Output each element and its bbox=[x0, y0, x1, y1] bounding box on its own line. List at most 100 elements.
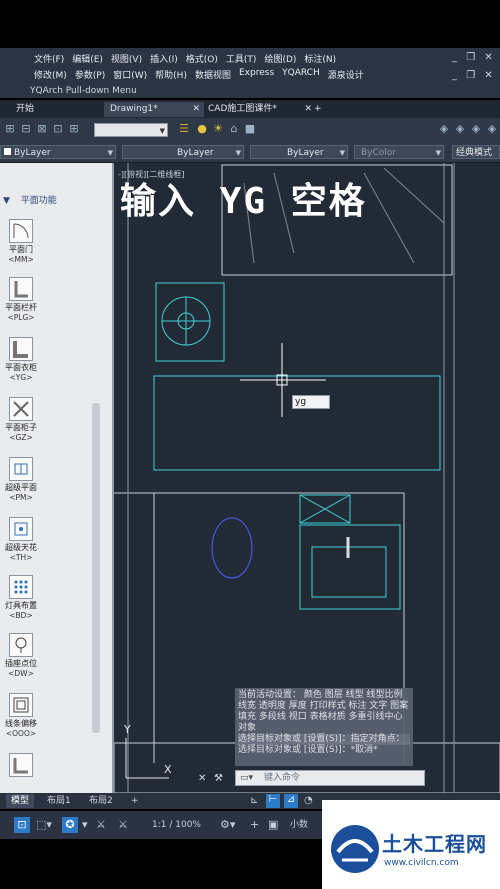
selection-cycling-icon[interactable]: ⬚▾ bbox=[36, 817, 52, 833]
gear-icon[interactable]: ⚙▾ bbox=[220, 817, 235, 833]
wrench-icon[interactable]: ⚒ bbox=[214, 773, 223, 784]
palette-item-super-ceiling[interactable]: 超级天花 <TH> bbox=[0, 517, 42, 563]
menu-edit[interactable]: 编辑(E) bbox=[72, 52, 103, 68]
tab-drawing1[interactable]: Drawing1* ✕ bbox=[104, 102, 204, 117]
menu-view[interactable]: 视图(V) bbox=[111, 52, 142, 68]
plus-icon[interactable]: + bbox=[250, 817, 259, 833]
linetype-dropdown[interactable]: ByLayer ▼ bbox=[122, 145, 244, 159]
palette-item-label: 平面柜子 bbox=[5, 423, 37, 432]
menu-dimension[interactable]: 标注(N) bbox=[304, 52, 336, 68]
tab-layout1[interactable]: 布局1 bbox=[42, 794, 76, 808]
palette-item-code: <PLG> bbox=[7, 313, 35, 322]
menu-window[interactable]: 窗口(W) bbox=[113, 68, 147, 84]
layer-tool-icon[interactable]: ⊞ bbox=[68, 123, 80, 135]
close-icon[interactable]: ✕ bbox=[484, 52, 492, 63]
auto-scale-icon[interactable]: ⚔ bbox=[118, 817, 128, 833]
bulb-icon[interactable]: ● bbox=[196, 123, 208, 135]
palette-item-label: 平面门 bbox=[9, 245, 33, 254]
isodraft-icon[interactable]: ◔ bbox=[304, 795, 313, 806]
door-icon bbox=[9, 219, 33, 243]
lock-icon[interactable]: ⌂ bbox=[228, 123, 240, 135]
doc-close-icon[interactable]: ✕ bbox=[484, 70, 492, 81]
lineweight-dropdown[interactable]: ByLayer ▼ bbox=[250, 145, 348, 159]
command-line-3: 选择目标对象或 [设置(S)]：*取消* bbox=[238, 745, 378, 755]
layer-state-icon[interactable]: ◈ bbox=[486, 123, 498, 135]
layer-tool-icon[interactable]: ⊞ bbox=[4, 123, 16, 135]
menu-express[interactable]: Express bbox=[239, 68, 274, 84]
tab-cad-template[interactable]: CAD施工图课件* ✕ bbox=[202, 102, 316, 117]
close-icon[interactable]: ✕ bbox=[192, 102, 200, 117]
palette-item-door[interactable]: 平面门 <MM> bbox=[0, 219, 42, 265]
layer-properties-icon[interactable]: ☰ bbox=[178, 123, 190, 135]
workspace-dropdown[interactable]: 经典模式 bbox=[452, 145, 500, 159]
menu-yuanquan[interactable]: 源泉设计 bbox=[328, 68, 364, 84]
palette-item-code: <YG> bbox=[9, 373, 33, 382]
palette-item-wardrobe[interactable]: 平面衣柜 <YG> bbox=[0, 337, 42, 383]
dynamic-input-field[interactable]: yg bbox=[292, 395, 330, 409]
menu-file[interactable]: 文件(F) bbox=[34, 52, 64, 68]
palette-item-label: 插座点位 bbox=[5, 659, 37, 668]
annotation-scale[interactable]: 1:1 / 100% bbox=[152, 817, 201, 833]
ortho-icon[interactable]: ⊢ bbox=[266, 794, 280, 808]
menu-modify[interactable]: 修改(M) bbox=[34, 68, 67, 84]
chevron-down-icon: ▼ bbox=[435, 149, 441, 157]
menu-parameters[interactable]: 参数(P) bbox=[75, 68, 105, 84]
tab-start[interactable]: 开始 bbox=[10, 102, 40, 117]
palette-item-label: 超级平面 bbox=[5, 483, 37, 492]
tab-layout2[interactable]: 布局2 bbox=[84, 794, 118, 808]
palette-scrollbar[interactable] bbox=[92, 403, 100, 733]
layer-state-icon[interactable]: ◈ bbox=[438, 123, 450, 135]
linetype-value: ByLayer bbox=[177, 148, 214, 158]
plotstyle-dropdown[interactable]: ByColor ▼ bbox=[354, 145, 444, 159]
palette-item-label: 平面衣柜 bbox=[5, 363, 37, 372]
menu-help[interactable]: 帮助(H) bbox=[155, 68, 187, 84]
layer-state-icon[interactable]: ◈ bbox=[454, 123, 466, 135]
layer-state-icon[interactable]: ◈ bbox=[470, 123, 482, 135]
restore-icon[interactable]: ❐ bbox=[466, 52, 475, 63]
socket-icon bbox=[9, 633, 33, 657]
palette-item-line-offset[interactable]: 线条偏移 <OOO> bbox=[0, 693, 42, 739]
minimize-icon[interactable]: _ bbox=[452, 52, 457, 63]
palette-item-more[interactable] bbox=[0, 753, 42, 779]
menu-tools[interactable]: 工具(T) bbox=[226, 52, 257, 68]
menu-dataview[interactable]: 数据视图 bbox=[195, 68, 231, 84]
chevron-down-icon: ▼ bbox=[3, 196, 10, 206]
customize-icon[interactable]: ▣ bbox=[268, 817, 278, 833]
yqarch-menu-label[interactable]: YQArch Pull-down Menu bbox=[0, 84, 500, 98]
tab-model[interactable]: 模型 bbox=[6, 794, 35, 808]
new-tab-button[interactable]: + bbox=[308, 102, 328, 117]
palette-item-super-plan[interactable]: 超级平面 <PM> bbox=[0, 457, 42, 503]
civilcn-logo-icon bbox=[331, 825, 379, 873]
top-black-bar bbox=[0, 0, 500, 48]
style-dropdown[interactable]: ▼ bbox=[94, 123, 168, 137]
tab-add-layout[interactable]: + bbox=[126, 794, 144, 808]
palette-item-cabinet[interactable]: 平面柜子 <GZ> bbox=[0, 397, 42, 443]
command-input[interactable]: ▭▾ 键入命令 bbox=[235, 770, 425, 786]
layer-color-icon[interactable]: ■ bbox=[244, 123, 256, 135]
color-dropdown[interactable]: ByLayer ▼ bbox=[0, 145, 116, 159]
object-snap-icon[interactable]: ⊡ bbox=[14, 817, 30, 833]
command-close-icon[interactable]: ✕ bbox=[198, 773, 206, 784]
menu-insert[interactable]: 插入(I) bbox=[150, 52, 178, 68]
doc-minimize-icon[interactable]: _ bbox=[452, 70, 457, 81]
layer-tool-icon[interactable]: ⊠ bbox=[36, 123, 48, 135]
layer-tool-icon[interactable]: ⊡ bbox=[52, 123, 64, 135]
command-history-text: 当前活动设置： 颜色 图层 线型 线型比例 线宽 透明度 厚度 打印样式 标注 … bbox=[238, 690, 409, 733]
menu-draw[interactable]: 绘图(D) bbox=[264, 52, 296, 68]
layer-tool-icon[interactable]: ⊟ bbox=[20, 123, 32, 135]
chevron-down-icon[interactable]: ▾ bbox=[82, 817, 88, 833]
palette-header[interactable]: ▼ 平面功能 bbox=[0, 193, 96, 206]
doc-restore-icon[interactable]: ❐ bbox=[466, 70, 475, 81]
menu-format[interactable]: 格式(O) bbox=[186, 52, 218, 68]
palette-item-socket[interactable]: 插座点位 <DW> bbox=[0, 633, 42, 679]
tool-palette: ▼ 平面功能 平面门 <MM> 平面栏杆 <PLG> 平面衣柜 <YG> 平面柜… bbox=[0, 163, 114, 793]
palette-item-railing[interactable]: 平面栏杆 <PLG> bbox=[0, 277, 42, 323]
polar-icon[interactable]: ⊿ bbox=[284, 794, 298, 808]
annotation-visibility-icon[interactable]: ⚔ bbox=[96, 817, 106, 833]
menu-yqarch[interactable]: YQARCH bbox=[282, 68, 320, 84]
palette-item-lighting[interactable]: 灯具布置 <BD> bbox=[0, 575, 42, 621]
sun-icon[interactable]: ☀ bbox=[212, 123, 224, 135]
snap-icon[interactable]: ⊾ bbox=[250, 795, 258, 806]
annotation-monitor-icon[interactable]: ✪ bbox=[62, 817, 78, 833]
units-label[interactable]: 小数 bbox=[290, 817, 308, 833]
